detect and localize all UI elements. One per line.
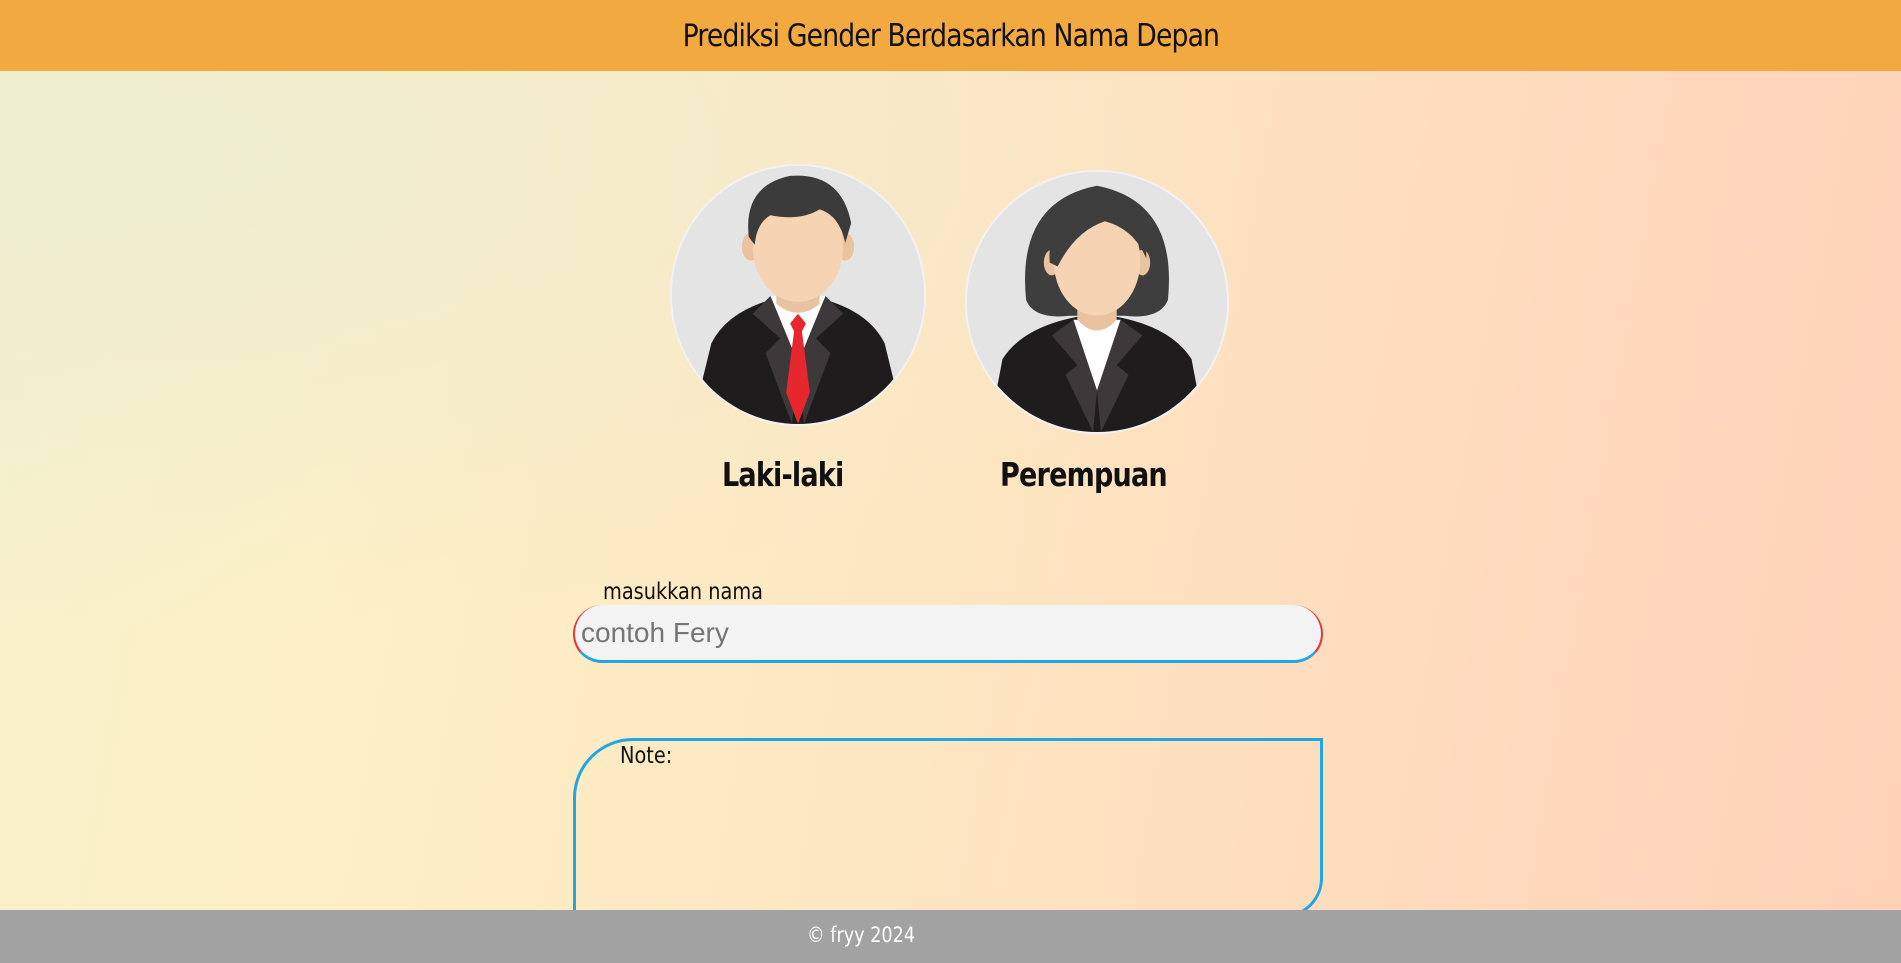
male-avatar[interactable] xyxy=(670,164,926,426)
male-label: Laki-laki xyxy=(722,455,844,494)
note-box xyxy=(573,738,1323,918)
page-header: Prediksi Gender Berdasarkan Nama Depan xyxy=(0,0,1901,71)
woman-avatar-icon xyxy=(967,172,1227,432)
page-title: Prediksi Gender Berdasarkan Nama Depan xyxy=(682,17,1219,54)
name-input[interactable] xyxy=(573,605,1323,663)
female-avatar[interactable] xyxy=(965,170,1229,434)
man-avatar-icon xyxy=(672,166,924,424)
page-footer: © fryy 2024 xyxy=(0,910,1901,963)
name-input-label: masukkan nama xyxy=(603,579,763,605)
female-label: Perempuan xyxy=(1000,455,1168,494)
footer-copyright: © fryy 2024 xyxy=(807,923,916,947)
note-label: Note: xyxy=(620,743,673,769)
